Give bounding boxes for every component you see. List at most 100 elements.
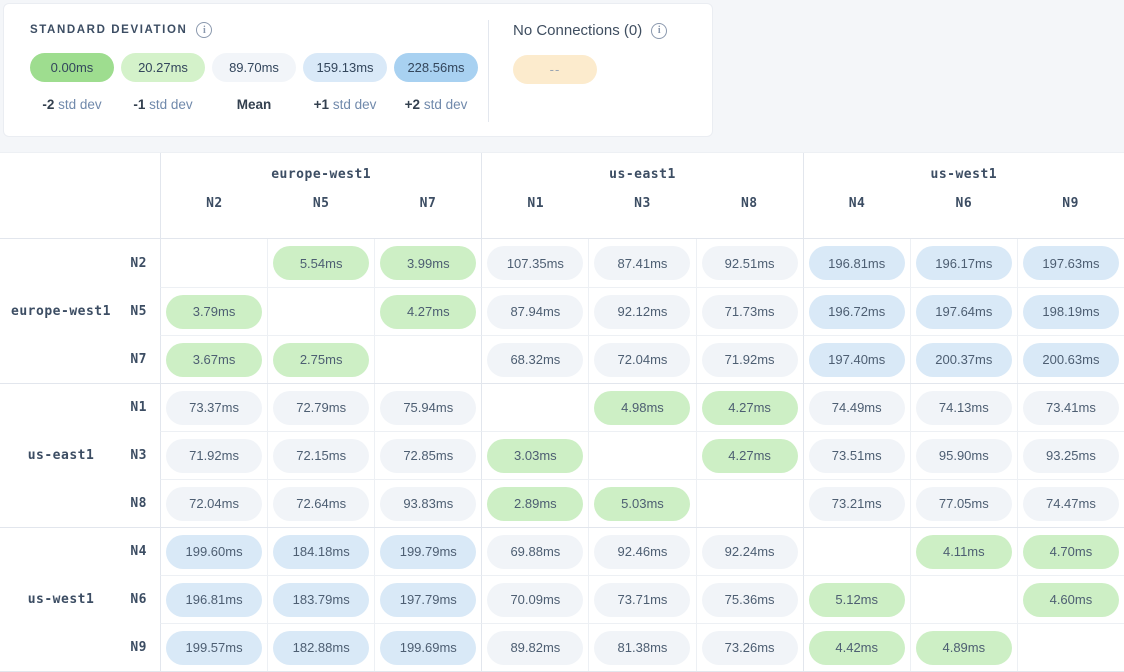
latency-cell: 4.27ms [696, 384, 803, 431]
column-header-N6: N6 [910, 196, 1017, 238]
legend-label-rest: std dev [329, 97, 376, 112]
latency-pill: 4.98ms [594, 391, 690, 425]
latency-cell: 74.13ms [910, 384, 1017, 431]
column-header-N5: N5 [268, 196, 375, 238]
column-group-us-east1: us-east1N1N3N8 [481, 153, 802, 238]
row-header-N8: N8 [130, 479, 147, 527]
latency-cell: 72.79ms [267, 384, 374, 431]
latency-pill: 93.83ms [380, 487, 476, 521]
column-group-nodes: N2N5N7 [161, 196, 481, 238]
latency-cell: 77.05ms [910, 479, 1017, 527]
matrix-row-N4: N4199.60ms184.18ms199.79ms69.88ms92.46ms… [0, 527, 1124, 575]
latency-cell: 196.17ms [910, 239, 1017, 287]
row-group-region-label: us-west1 [0, 575, 122, 623]
latency-pill: 72.85ms [380, 439, 476, 473]
latency-pill: 183.79ms [273, 583, 369, 617]
latency-cell-empty [696, 479, 803, 527]
latency-cell: 72.85ms [374, 431, 481, 479]
latency-pill: 73.51ms [809, 439, 905, 473]
latency-pill: 3.67ms [166, 343, 262, 377]
latency-cell: 196.81ms [803, 239, 910, 287]
column-header-N2: N2 [161, 196, 268, 238]
latency-pill: 89.82ms [487, 631, 583, 665]
row-group-region-label: us-east1 [0, 431, 122, 479]
legend-pill: 159.13ms [303, 53, 387, 82]
latency-cell: 199.57ms [160, 623, 267, 671]
latency-cell-empty [588, 431, 695, 479]
column-header-N9: N9 [1017, 196, 1124, 238]
row-header-N9: N9 [130, 623, 147, 671]
latency-pill: 4.11ms [916, 535, 1012, 569]
row-label-cell: us-east1N3 [0, 431, 160, 479]
latency-cell: 3.03ms [481, 431, 588, 479]
latency-cell: 92.24ms [696, 528, 803, 575]
latency-cell-empty [803, 528, 910, 575]
latency-pill: 74.13ms [916, 391, 1012, 425]
latency-cell: 70.09ms [481, 575, 588, 623]
matrix-row-N7: N73.67ms2.75ms68.32ms72.04ms71.92ms197.4… [0, 335, 1124, 383]
latency-pill: 200.63ms [1023, 343, 1119, 377]
row-label-cell: europe-west1N5 [0, 287, 160, 335]
latency-cell: 200.37ms [910, 335, 1017, 383]
latency-cell-empty [481, 384, 588, 431]
latency-cell: 182.88ms [267, 623, 374, 671]
latency-cell: 73.51ms [803, 431, 910, 479]
row-header-N7: N7 [130, 335, 147, 383]
latency-pill: 73.71ms [594, 583, 690, 617]
legend-item: 228.56ms +2 std dev [394, 53, 478, 112]
latency-pill: 2.75ms [273, 343, 369, 377]
legend-item-label: +2 std dev [405, 97, 468, 112]
latency-pill: 92.51ms [702, 246, 798, 280]
latency-cell: 197.63ms [1017, 239, 1124, 287]
legend-pill: 20.27ms [121, 53, 205, 82]
latency-cell: 92.51ms [696, 239, 803, 287]
row-header-N5: N5 [130, 287, 147, 335]
latency-pill: 200.37ms [916, 343, 1012, 377]
no-connections-label: No Connections (0) [513, 22, 642, 39]
latency-cell-empty [1017, 623, 1124, 671]
legend-pill: 228.56ms [394, 53, 478, 82]
latency-pill: 71.92ms [702, 343, 798, 377]
column-header-N3: N3 [589, 196, 696, 238]
latency-cell: 196.72ms [803, 287, 910, 335]
row-label-cell: N7 [0, 335, 160, 383]
latency-cell: 95.90ms [910, 431, 1017, 479]
latency-pill: 71.73ms [702, 295, 798, 329]
latency-pill: 199.60ms [166, 535, 262, 569]
latency-pill: 197.63ms [1023, 246, 1119, 280]
std-dev-info-icon[interactable]: i [196, 22, 212, 38]
latency-pill: 4.60ms [1023, 583, 1119, 617]
latency-pill: 92.24ms [702, 535, 798, 569]
latency-pill: 75.94ms [380, 391, 476, 425]
matrix-row-N6: us-west1N6 196.81ms183.79ms197.79ms70.09m… [0, 575, 1124, 623]
latency-cell: 73.21ms [803, 479, 910, 527]
latency-cell: 197.79ms [374, 575, 481, 623]
latency-cell: 196.81ms [160, 575, 267, 623]
no-connections-info-icon[interactable]: i [651, 23, 667, 39]
latency-cell: 3.99ms [374, 239, 481, 287]
latency-pill: 4.70ms [1023, 535, 1119, 569]
latency-cell: 4.98ms [588, 384, 695, 431]
row-group-region-label: europe-west1 [0, 287, 122, 335]
latency-cell: 71.92ms [696, 335, 803, 383]
latency-cell: 71.73ms [696, 287, 803, 335]
latency-cell: 87.94ms [481, 287, 588, 335]
latency-cell: 74.47ms [1017, 479, 1124, 527]
latency-pill: 74.49ms [809, 391, 905, 425]
latency-cell: 198.19ms [1017, 287, 1124, 335]
row-label-cell: N8 [0, 479, 160, 527]
latency-pill: 73.26ms [702, 631, 798, 665]
latency-pill: 74.47ms [1023, 487, 1119, 521]
column-group-region-label: us-east1 [482, 153, 802, 196]
latency-pill: 81.38ms [594, 631, 690, 665]
column-header-N7: N7 [375, 196, 482, 238]
column-header-N1: N1 [482, 196, 589, 238]
legend-item: 159.13ms+1 std dev [303, 53, 387, 112]
no-connections-legend: No Connections (0) i -- [489, 4, 712, 136]
latency-pill: 4.27ms [702, 439, 798, 473]
column-header-N4: N4 [804, 196, 911, 238]
latency-pill: 93.25ms [1023, 439, 1119, 473]
matrix-row-N9: N9199.57ms182.88ms199.69ms89.82ms81.38ms… [0, 623, 1124, 671]
latency-pill: 5.12ms [809, 583, 905, 617]
row-header-N6: N6 [130, 575, 147, 623]
